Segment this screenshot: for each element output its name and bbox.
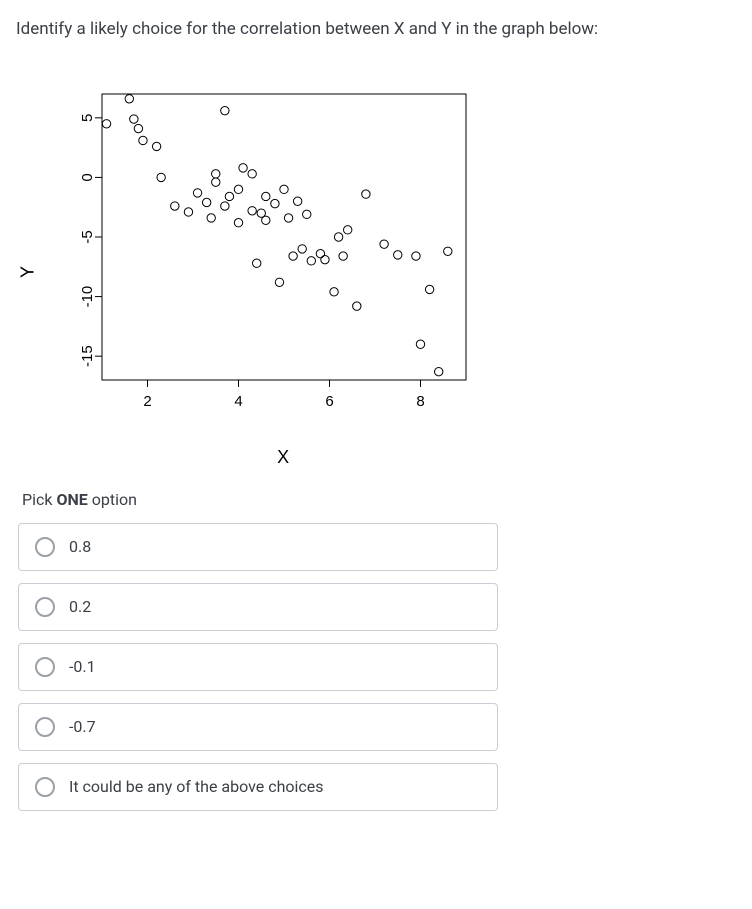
svg-text:5: 5 [79, 113, 96, 121]
svg-text:0: 0 [79, 173, 96, 181]
radio-icon [35, 777, 55, 797]
scatter-chart: Y 2468-15-10-505 X [24, 82, 504, 462]
option-4[interactable]: It could be any of the above choices [18, 763, 498, 811]
option-label: 0.8 [69, 537, 91, 556]
prompt-suffix: option [88, 490, 137, 509]
radio-icon [35, 657, 55, 677]
radio-icon [35, 717, 55, 737]
option-label: 0.2 [69, 597, 91, 616]
radio-icon [35, 597, 55, 617]
chart-svg: 2 4 6 8 -15 -10 -5 0 5 [24, 82, 484, 442]
radio-icon [35, 537, 55, 557]
option-label: It could be any of the above choices [69, 777, 324, 796]
svg-text:-15: -15 [79, 345, 96, 367]
option-1[interactable]: 0.2 [18, 583, 498, 631]
svg-text:4: 4 [234, 393, 242, 410]
option-3[interactable]: -0.7 [18, 703, 498, 751]
svg-text:-10: -10 [79, 286, 96, 308]
prompt-bold: ONE [56, 490, 87, 509]
option-2[interactable]: -0.1 [18, 643, 498, 691]
svg-text:8: 8 [416, 393, 424, 410]
prompt-prefix: Pick [22, 490, 56, 509]
svg-text:-5: -5 [79, 230, 96, 243]
svg-text:2: 2 [143, 393, 151, 410]
option-label: -0.1 [69, 657, 96, 676]
x-axis-label: X [277, 447, 289, 468]
pick-one-prompt: Pick ONE option [22, 490, 736, 509]
svg-text:6: 6 [325, 393, 333, 410]
y-axis-label: Y [18, 266, 39, 278]
question-text: Identify a likely choice for the correla… [16, 18, 736, 42]
option-label: -0.7 [69, 717, 96, 736]
options-list: 0.8 0.2 -0.1 -0.7 It could be any of the abo… [18, 523, 498, 811]
option-0[interactable]: 0.8 [18, 523, 498, 571]
